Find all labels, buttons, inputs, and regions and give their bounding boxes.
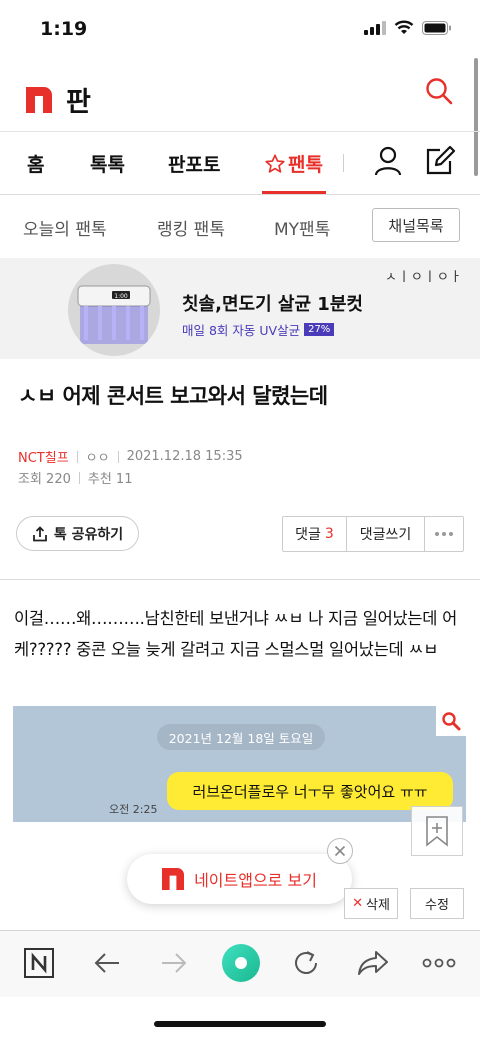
chat-time: 오전 2:25 bbox=[109, 803, 158, 816]
status-icons bbox=[364, 20, 452, 35]
post-body: 이걸……왜……….남친한테 보낸거냐 ㅆㅂ 나 지금 일어났는데 어케?????… bbox=[14, 609, 457, 659]
comments-count: 3 bbox=[324, 526, 334, 542]
home-indicator bbox=[154, 1021, 326, 1027]
more-options-button[interactable] bbox=[425, 517, 463, 551]
nate-home-icon bbox=[24, 948, 54, 978]
post-title: ㅅㅂ 어제 콘서트 보고와서 달렸는데 bbox=[18, 384, 328, 408]
meta-separator bbox=[78, 471, 80, 484]
ad-title: 칫솔,면도기 살균 1분컷 bbox=[182, 294, 363, 315]
open-in-app-label: 네이트앱으로 보기 bbox=[194, 871, 317, 890]
delete-x-icon: ✕ bbox=[352, 896, 363, 911]
tab-toktok[interactable]: 톡톡 bbox=[90, 150, 125, 177]
star-outline-icon bbox=[265, 153, 285, 173]
chat-message-bubble: 러브온더플로우 너ㅜ무 좋앗어요 ㅠㅠ bbox=[167, 772, 453, 810]
nate-logo-icon bbox=[26, 86, 52, 113]
refresh-button[interactable] bbox=[288, 945, 324, 981]
forward-arrow-icon bbox=[162, 953, 187, 973]
share-page-button[interactable] bbox=[355, 945, 391, 981]
ad-discount-badge: 27% bbox=[304, 323, 335, 336]
subtab-my-fantok[interactable]: MY팬톡 bbox=[274, 215, 330, 240]
back-arrow-icon bbox=[94, 953, 119, 973]
forward-button[interactable] bbox=[156, 945, 192, 981]
nate-logo-icon bbox=[162, 868, 185, 890]
tab-fantok-label: 팬톡 bbox=[288, 154, 323, 176]
nate-home-button[interactable] bbox=[21, 945, 57, 981]
ad-subtitle: 매일 8회 자동 UV살균 27% bbox=[182, 320, 335, 339]
back-button[interactable] bbox=[89, 945, 125, 981]
write-comment-button[interactable]: 댓글쓰기 bbox=[347, 517, 425, 551]
meta-separator bbox=[76, 450, 78, 463]
share-button[interactable]: 톡 공유하기 bbox=[16, 516, 139, 551]
open-in-app-banner[interactable]: 네이트앱으로 보기 bbox=[127, 854, 352, 904]
browser-toolbar bbox=[0, 931, 480, 997]
tab-fantok[interactable]: 팬톡 bbox=[264, 150, 323, 177]
share-icon bbox=[358, 951, 388, 975]
search-button[interactable] bbox=[424, 76, 454, 106]
post-nickname: ㅇㅇ bbox=[85, 451, 110, 466]
post-stats: 조회 220 추천 11 bbox=[18, 468, 132, 487]
search-icon bbox=[426, 78, 453, 105]
user-button[interactable] bbox=[374, 146, 402, 180]
ad-banner[interactable]: 1:00 칫솔,면도기 살균 1분컷 매일 8회 자동 UV살균 27% ㅅㅣㅇ… bbox=[0, 258, 480, 359]
close-icon bbox=[334, 845, 346, 857]
ad-device-display: 1:00 bbox=[114, 293, 128, 300]
share-upload-icon bbox=[32, 525, 47, 541]
tab-panphoto[interactable]: 판포토 bbox=[168, 150, 220, 177]
wifi-icon bbox=[394, 20, 414, 34]
divider bbox=[0, 579, 480, 580]
channel-list-button[interactable]: 채널목록 bbox=[372, 208, 460, 242]
comments-button[interactable]: 댓글 3 bbox=[283, 517, 347, 551]
ad-brand: ㅅㅣㅇㅣㅇㅏ bbox=[385, 270, 463, 285]
bookmark-add-icon bbox=[426, 816, 448, 847]
delete-label: 삭제 bbox=[365, 898, 390, 913]
chat-date: 2021년 12월 18일 토요일 bbox=[157, 724, 325, 750]
share-button-label: 톡 공유하기 bbox=[53, 526, 124, 543]
edit-button[interactable]: 수정 bbox=[410, 888, 464, 919]
more-menu-button[interactable] bbox=[421, 945, 457, 981]
bookmark-button[interactable] bbox=[411, 806, 463, 856]
logo-text: 판 bbox=[66, 87, 91, 118]
cellular-signal-icon bbox=[364, 20, 386, 35]
battery-icon bbox=[422, 20, 451, 35]
ad-subtitle-text: 매일 8회 자동 UV살균 bbox=[182, 323, 301, 338]
refresh-icon bbox=[295, 951, 317, 974]
status-time: 1:19 bbox=[40, 18, 88, 40]
browser-center-button[interactable] bbox=[221, 943, 261, 983]
more-icon bbox=[422, 958, 456, 968]
post-views: 조회 220 bbox=[18, 472, 71, 487]
nav-separator bbox=[343, 154, 344, 172]
user-icon bbox=[374, 146, 402, 176]
post-image-chat-screenshot[interactable]: 2021년 12월 18일 토요일 오전 2:25 러브온더플로우 너ㅜ무 좋앗… bbox=[13, 706, 466, 822]
ad-product-image: 1:00 bbox=[68, 264, 160, 356]
subtab-today-fantok[interactable]: 오늘의 팬톡 bbox=[23, 215, 107, 240]
comment-button-group: 댓글 3 댓글쓰기 bbox=[282, 516, 464, 552]
browser-center-icon bbox=[222, 944, 260, 982]
post-datetime: 2021.12.18 15:35 bbox=[126, 449, 243, 464]
meta-separator bbox=[117, 450, 119, 463]
more-dots-icon bbox=[435, 532, 453, 536]
nate-pann-logo[interactable]: 판 bbox=[26, 80, 91, 119]
image-zoom-button[interactable] bbox=[436, 706, 466, 736]
tab-home[interactable]: 홈 bbox=[27, 150, 44, 177]
subtab-ranking-fantok[interactable]: 랭킹 팬톡 bbox=[157, 215, 225, 240]
edit-icon bbox=[426, 145, 456, 175]
banner-close-button[interactable] bbox=[327, 838, 353, 864]
main-nav: 홈 톡톡 판포토 팬톡 bbox=[0, 132, 480, 194]
comments-label: 댓글 bbox=[295, 527, 321, 543]
write-button[interactable] bbox=[424, 145, 456, 181]
divider bbox=[0, 194, 480, 195]
post-channel[interactable]: NCT칠프 bbox=[18, 447, 69, 466]
delete-button[interactable]: ✕ 삭제 bbox=[344, 888, 398, 919]
post-meta: NCT칠프 ㅇㅇ 2021.12.18 15:35 bbox=[18, 447, 243, 466]
post-likes: 추천 11 bbox=[87, 472, 133, 487]
zoom-search-icon bbox=[442, 712, 461, 731]
